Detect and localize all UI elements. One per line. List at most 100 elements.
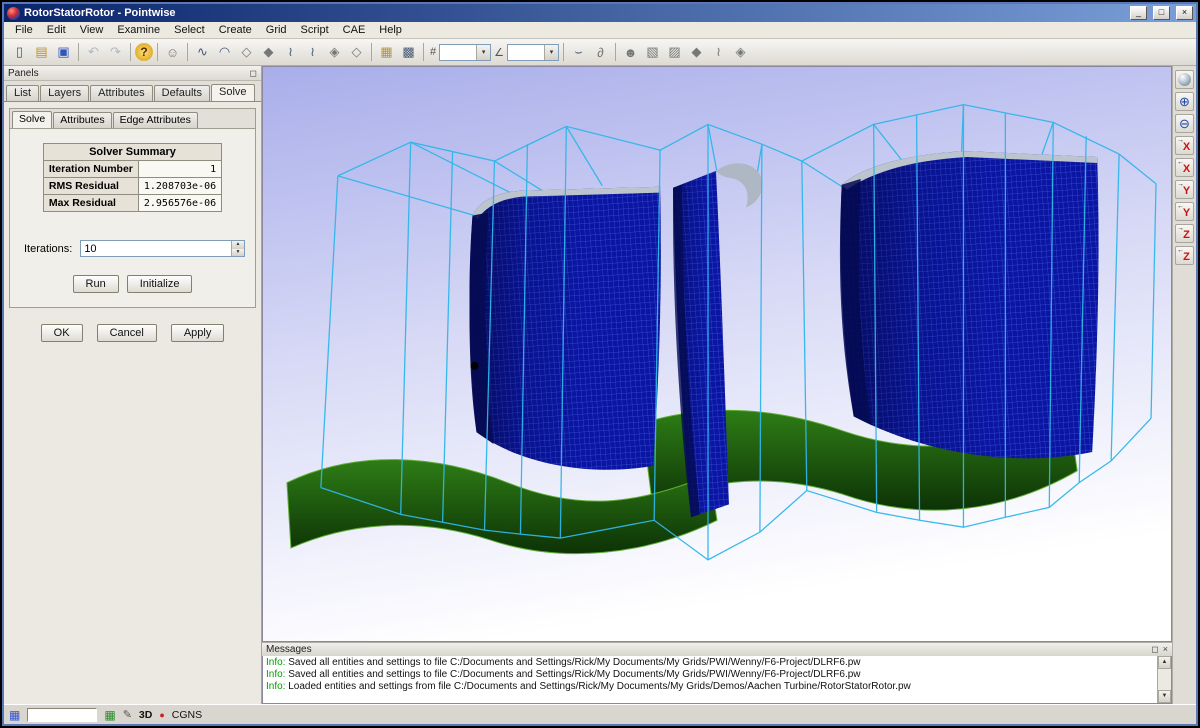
subtab-attributes[interactable]: Attributes (53, 112, 111, 128)
messages-scrollbar[interactable]: ▲ ▼ (1157, 656, 1171, 703)
scroll-up-icon[interactable]: ▲ (1158, 656, 1171, 669)
save-icon[interactable]: ▣ (53, 42, 74, 63)
connector-tool-icon[interactable]: ≀ (280, 42, 301, 63)
spin-up-icon[interactable]: ▲ (232, 241, 244, 249)
log-entry: Info: Saved all entities and settings to… (266, 657, 1154, 669)
curve-tool-icon[interactable]: ∿ (192, 42, 213, 63)
turbine-scene (263, 67, 1171, 641)
connector-link-icon[interactable]: ≀ (708, 42, 729, 63)
menu-script[interactable]: Script (294, 23, 336, 37)
dock-icon[interactable]: ◻ (1151, 644, 1158, 655)
initialize-button[interactable]: Initialize (127, 275, 193, 293)
menu-edit[interactable]: Edit (40, 23, 73, 37)
zoom-in-button[interactable]: ⊕ (1175, 92, 1194, 111)
menu-grid[interactable]: Grid (259, 23, 294, 37)
title-bar: RotorStatorRotor - Pointwise _ □ × (4, 4, 1196, 22)
zoom-out-button[interactable]: ⊖ (1175, 114, 1194, 133)
redo-icon[interactable]: ↷ (105, 42, 126, 63)
iterations-input[interactable] (81, 241, 231, 256)
view-minus-y-button[interactable]: ←Y (1175, 202, 1194, 221)
tab-attributes[interactable]: Attributes (90, 85, 152, 101)
iterations-row: Iterations: ▲ ▼ (24, 240, 245, 257)
view-plus-z-button[interactable]: →Z (1175, 224, 1194, 243)
help-icon[interactable]: ? (135, 43, 153, 61)
grid-mode-icon[interactable]: ▦ (104, 708, 115, 722)
probe-icon[interactable]: ◈ (730, 42, 751, 63)
surface-tool-icon[interactable]: ◆ (258, 42, 279, 63)
domain-solid-icon[interactable]: ◆ (686, 42, 707, 63)
run-button[interactable]: Run (73, 275, 119, 293)
tab-defaults[interactable]: Defaults (154, 85, 210, 101)
status-input[interactable] (27, 708, 97, 722)
view-minus-z-button[interactable]: ←Z (1175, 246, 1194, 265)
scroll-down-icon[interactable]: ▼ (1158, 690, 1171, 703)
select-mask-icon[interactable]: ☺ (162, 42, 183, 63)
layers-icon: ▦ (9, 708, 20, 722)
toolbar-separator (563, 43, 564, 61)
spline-tool-icon[interactable]: ≀ (302, 42, 323, 63)
angle-combo[interactable]: ▾ (507, 44, 559, 61)
chevron-down-icon[interactable]: ▾ (544, 45, 558, 60)
edit-mode-icon[interactable]: ✎ (123, 708, 132, 721)
structured-grid-icon[interactable]: ▦ (376, 42, 397, 63)
menu-select[interactable]: Select (167, 23, 212, 37)
unstructured-grid-icon[interactable]: ▩ (398, 42, 419, 63)
menu-examine[interactable]: Examine (110, 23, 167, 37)
toolbar-separator (130, 43, 131, 61)
solid-block-icon[interactable]: ▧ (642, 42, 663, 63)
axis-arrow-icon: ← (1177, 203, 1184, 210)
iterations-stepper[interactable]: ▲ ▼ (80, 240, 245, 257)
view-plus-y-button[interactable]: →Y (1175, 180, 1194, 199)
log-level: Info: (266, 669, 285, 680)
messages-body: Info: Saved all entities and settings to… (262, 656, 1172, 704)
tangent-tool-icon[interactable]: ⌣ (568, 42, 589, 63)
tab-list[interactable]: List (6, 85, 39, 101)
messages-log: Info: Saved all entities and settings to… (263, 656, 1157, 703)
angle-icon: ∠ (494, 46, 504, 59)
new-icon[interactable]: ▯ (9, 42, 30, 63)
menu-create[interactable]: Create (212, 23, 259, 37)
viewport-3d[interactable] (262, 66, 1172, 642)
messages-header-icons: ◻ × (1151, 644, 1168, 655)
wire-block-icon[interactable]: ▨ (664, 42, 685, 63)
main-toolbar: ▯ ▤ ▣ ↶ ↷ ? ☺ ∿ ◠ ◇ ◆ ≀ ≀ ◈ ◇ ▦ ▩ # ▾ ∠ … (4, 39, 1196, 66)
view-plus-x-button[interactable]: →X (1175, 136, 1194, 155)
menu-view[interactable]: View (73, 23, 111, 37)
status-bar: ▦ ▦ ✎ 3D ● CGNS (4, 704, 1196, 724)
arc-tool-icon[interactable]: ◠ (214, 42, 235, 63)
menu-help[interactable]: Help (372, 23, 409, 37)
undo-icon[interactable]: ↶ (83, 42, 104, 63)
axis-arrow-icon: ← (1177, 159, 1184, 166)
dimension-combo[interactable]: ▾ (439, 44, 491, 61)
tab-layers[interactable]: Layers (40, 85, 89, 101)
cancel-button[interactable]: Cancel (97, 324, 157, 342)
domain-tool-icon[interactable]: ◈ (324, 42, 345, 63)
menu-cae[interactable]: CAE (336, 23, 373, 37)
tab-solve[interactable]: Solve (211, 84, 255, 101)
dimension-mode: 3D (139, 709, 152, 721)
subtab-edge-attributes[interactable]: Edge Attributes (113, 112, 198, 128)
ok-button[interactable]: OK (41, 324, 83, 342)
toolbar-separator (187, 43, 188, 61)
partial-derivative-icon[interactable]: ∂ (590, 42, 611, 63)
close-button[interactable]: × (1176, 6, 1193, 20)
block-tool-icon[interactable]: ◇ (346, 42, 367, 63)
chevron-down-icon[interactable]: ▾ (476, 45, 490, 60)
open-icon[interactable]: ▤ (31, 42, 52, 63)
minimize-button[interactable]: _ (1130, 6, 1147, 20)
menu-file[interactable]: File (8, 23, 40, 37)
log-entry: Info: Saved all entities and settings to… (266, 669, 1154, 681)
trackball-button[interactable] (1175, 70, 1194, 89)
point-tool-icon[interactable]: ◇ (236, 42, 257, 63)
view-minus-x-button[interactable]: ←X (1175, 158, 1194, 177)
examine-icon[interactable]: ☻ (620, 42, 641, 63)
record-icon[interactable]: ● (159, 710, 164, 720)
spin-down-icon[interactable]: ▼ (232, 249, 244, 257)
dock-icon[interactable]: ◻ (250, 68, 257, 79)
panel-tabs: List Layers Attributes Defaults Solve (4, 81, 261, 101)
menu-bar: File Edit View Examine Select Create Gri… (4, 22, 1196, 39)
close-icon[interactable]: × (1163, 644, 1168, 655)
maximize-button[interactable]: □ (1153, 6, 1170, 20)
apply-button[interactable]: Apply (171, 324, 225, 342)
subtab-solve[interactable]: Solve (12, 111, 52, 128)
